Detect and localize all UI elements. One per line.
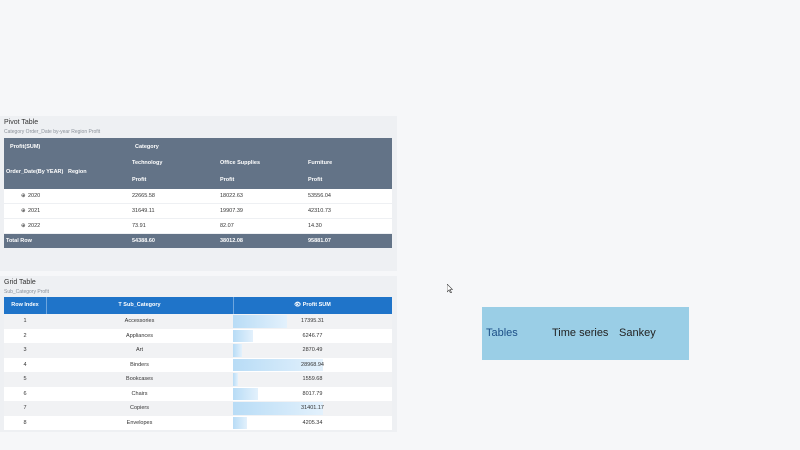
- pivot-value: 19907.39: [220, 208, 243, 214]
- grid-cell-row-index: 7: [23, 405, 27, 411]
- pivot-table: Profit(SUM) Category Order_Date(By YEAR)…: [4, 138, 392, 248]
- grid-header-sub-category[interactable]: T Sub_Category: [46, 297, 233, 314]
- pivot-value: 22665.58: [132, 193, 155, 199]
- pivot-measure-furniture: Profit: [308, 177, 323, 183]
- grid-cell-profit: 31401.17: [301, 405, 324, 411]
- grid-cell-sub-category: Copiers: [130, 405, 149, 411]
- mouse-cursor-icon: [447, 284, 453, 293]
- grid-cell-profit: 4205.34: [302, 419, 323, 426]
- pivot-category-office-supplies[interactable]: Office Supplies: [220, 160, 260, 166]
- grid-cell-sub-category: Binders: [130, 361, 149, 368]
- table-row[interactable]: 8 Envelopes 4205.34: [4, 415, 392, 430]
- plus-circle-icon[interactable]: ⊕: [21, 193, 26, 199]
- tab-bar: Tables Time series Sankey: [482, 307, 689, 360]
- grid-cell-sub-category: Chairs: [131, 390, 148, 397]
- pivot-row-year: 2021: [28, 208, 41, 214]
- grid-table-title: Grid Table: [4, 279, 36, 286]
- grid-table-subtitle: Sub_Category Profit: [4, 289, 50, 295]
- grid-cell-row-index: 6: [23, 390, 27, 397]
- pivot-row-year: 2020: [28, 193, 41, 199]
- pivot-total-value: 38012.08: [220, 238, 243, 244]
- pivot-row-2021: ⊕ 2021 31649.11 19907.39 42310.73: [4, 204, 392, 219]
- pivot-table-panel: Pivot Table Category Order_Date by-year …: [0, 116, 397, 271]
- tab-sankey[interactable]: Sankey: [619, 327, 656, 339]
- pivot-row-2020: ⊕ 2020 22665.58 18022.63 53556.04: [4, 189, 392, 204]
- pivot-value: 53556.04: [308, 193, 331, 199]
- pivot-total-row: Total Row 54388.60 38012.08 95881.07: [4, 234, 392, 248]
- pivot-value: 42310.73: [308, 208, 331, 214]
- grid-cell-row-index: 2: [23, 332, 27, 339]
- grid-cell-row-index: 4: [23, 361, 27, 368]
- pivot-total-label: Total Row: [6, 238, 32, 244]
- grid-header-profit[interactable]: 👁 Profit SUM: [233, 297, 392, 314]
- table-row[interactable]: 3 Art 2870.49: [4, 343, 392, 358]
- pivot-corner-label: Profit(SUM): [10, 144, 41, 150]
- grid-body: 1 Accessories 17395.31 2 Appliances 6246.77 3 A…: [4, 314, 392, 430]
- pivot-value: 14.30: [308, 223, 322, 229]
- grid-cell-profit: 8017.79: [302, 390, 323, 397]
- pivot-table-title: Pivot Table: [4, 119, 39, 126]
- grid-cell-profit: 28968.94: [301, 361, 324, 368]
- pivot-header-row-2: Order_Date(By YEAR) Region Technology Of…: [4, 155, 392, 189]
- pivot-column-dimension[interactable]: Category: [135, 144, 159, 150]
- pivot-value: 82.07: [220, 223, 234, 229]
- grid-header-profit-label: Profit SUM: [302, 302, 331, 308]
- pivot-value: 73.91: [132, 223, 146, 229]
- grid-cell-row-index: 3: [23, 347, 27, 353]
- table-row[interactable]: 1 Accessories 17395.31: [4, 314, 392, 329]
- grid-cell-sub-category: Art: [135, 347, 144, 353]
- pivot-measure-office-supplies: Profit: [220, 177, 235, 183]
- grid-cell-profit: 1559.68: [302, 376, 323, 382]
- grid-cell-row-index: 5: [23, 376, 27, 382]
- table-row[interactable]: 2 Appliances 6246.77: [4, 328, 392, 343]
- eye-icon[interactable]: 👁: [294, 302, 303, 308]
- grid-header-sub-category-label: Sub_Category: [123, 302, 161, 308]
- grid-cell-sub-category: Bookcases: [126, 376, 153, 382]
- pivot-category-technology[interactable]: Technology: [132, 160, 162, 166]
- table-row[interactable]: 6 Chairs 8017.79: [4, 386, 392, 401]
- plus-circle-icon[interactable]: ⊕: [21, 223, 26, 229]
- pivot-value: 18022.63: [220, 193, 243, 199]
- grid-cell-row-index: 8: [23, 419, 27, 426]
- table-row[interactable]: 7 Copiers 31401.17: [4, 401, 392, 416]
- grid-cell-profit: 6246.77: [302, 332, 323, 339]
- grid-cell-profit: 17395.31: [301, 318, 324, 324]
- pivot-table-subtitle: Category Order_Date by-year Region Profi…: [4, 129, 101, 135]
- pivot-row-2022: ⊕ 2022 73.91 82.07 14.30: [4, 219, 392, 234]
- pivot-row-year: 2022: [28, 223, 41, 229]
- table-row[interactable]: 5 Bookcases 1559.68: [4, 372, 392, 387]
- pivot-total-value: 95881.07: [308, 238, 331, 244]
- grid-header-row: Row Index T Sub_Category 👁 Profit SUM: [4, 297, 392, 314]
- pivot-measure-technology: Profit: [132, 177, 147, 183]
- grid-cell-row-index: 1: [23, 318, 27, 324]
- grid-cell-sub-category: Envelopes: [126, 419, 153, 426]
- pivot-category-furniture[interactable]: Furniture: [308, 160, 332, 166]
- grid-cell-sub-category: Appliances: [126, 332, 153, 339]
- tab-time-series[interactable]: Time series: [552, 327, 608, 339]
- grid-cell-profit: 2870.49: [302, 347, 323, 353]
- pivot-row-dim-region[interactable]: Region: [68, 169, 87, 175]
- plus-circle-icon[interactable]: ⊕: [21, 208, 26, 214]
- grid-header-row-index[interactable]: Row Index: [4, 297, 46, 314]
- grid-table: Row Index T Sub_Category 👁 Profit SUM 1 A…: [4, 297, 392, 430]
- grid-table-panel: Grid Table Sub_Category Profit Row Index…: [0, 276, 397, 432]
- pivot-header-row-1: Profit(SUM) Category: [4, 138, 392, 155]
- pivot-total-value: 54388.60: [132, 238, 155, 244]
- grid-cell-sub-category: Accessories: [124, 318, 155, 324]
- tab-tables[interactable]: Tables: [486, 327, 518, 339]
- table-row[interactable]: 4 Binders 28968.94: [4, 357, 392, 372]
- pivot-row-dim-year[interactable]: Order_Date(By YEAR): [6, 169, 63, 175]
- pivot-value: 31649.11: [132, 208, 155, 214]
